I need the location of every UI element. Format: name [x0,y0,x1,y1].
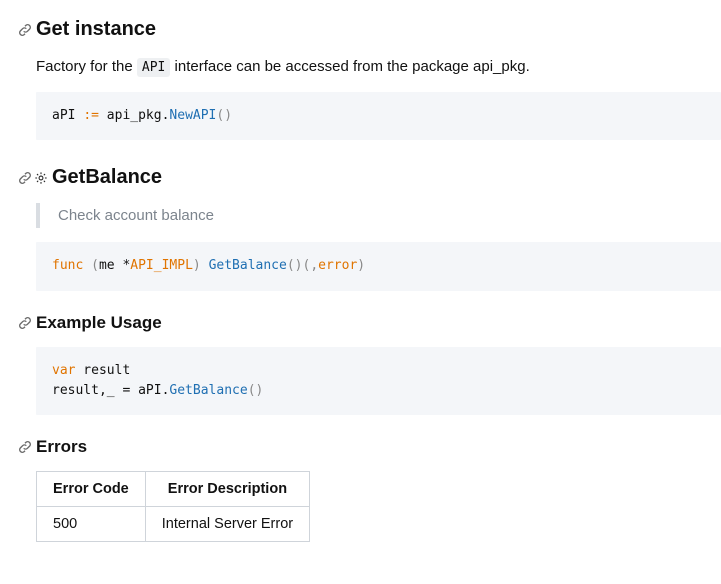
table-header-code: Error Code [37,471,146,506]
heading-text: Errors [36,437,87,457]
code-kw: func [52,258,83,273]
note-get-balance: Check account balance [36,203,721,228]
code-err: error [318,258,357,273]
errors-table: Error Code Error Description 500 Interna… [36,471,310,542]
heading-text: GetBalance [52,166,162,189]
heading-text: Get instance [36,18,156,41]
heading-get-instance: Get instance [18,18,721,41]
desc-text-post: interface can be accessed from the packa… [170,58,529,75]
desc-text-pre: Factory for the [36,58,137,75]
code-fn: NewAPI [169,108,216,123]
code-sig2: ) [357,258,365,273]
code-kw: var [52,363,75,378]
heading-errors: Errors [18,437,721,457]
table-header-row: Error Code Error Description [37,471,310,506]
anchor-link-icon[interactable] [18,23,32,37]
table-header-desc: Error Description [145,471,309,506]
code-pkg: api_pkg. [99,108,169,123]
code-block-get-balance: func (me *API_IMPL) GetBalance()(,error) [36,242,721,290]
code-fn: GetBalance [209,258,287,273]
code-parens: () [248,383,264,398]
anchor-link-icon[interactable] [18,316,32,330]
table-cell-desc: Internal Server Error [145,506,309,541]
code-var: aPI [52,108,75,123]
heading-get-balance: GetBalance [18,166,721,189]
table-row: 500 Internal Server Error [37,506,310,541]
code-block-get-instance: aPI := api_pkg.NewAPI() [36,92,721,140]
table-cell-code: 500 [37,506,146,541]
code-recv: me * [99,258,130,273]
code-block-example: var result result,_ = aPI.GetBalance() [36,347,721,415]
code-fn: GetBalance [169,383,247,398]
code-close-recv: ) [193,258,209,273]
note-text: Check account balance [58,207,214,224]
heading-text: Example Usage [36,313,162,333]
anchor-link-icon[interactable] [18,440,32,454]
code-sig1: ()(, [287,258,318,273]
code-parens: () [216,108,232,123]
get-instance-description: Factory for the API interface can be acc… [36,55,721,78]
anchor-link-icon[interactable] [18,171,32,185]
inline-code-api: API [137,58,170,77]
heading-example-usage: Example Usage [18,313,721,333]
code-type: API_IMPL [130,258,193,273]
gear-icon [34,171,48,185]
code-assign-op: := [83,108,99,123]
code-open: ( [83,258,99,273]
